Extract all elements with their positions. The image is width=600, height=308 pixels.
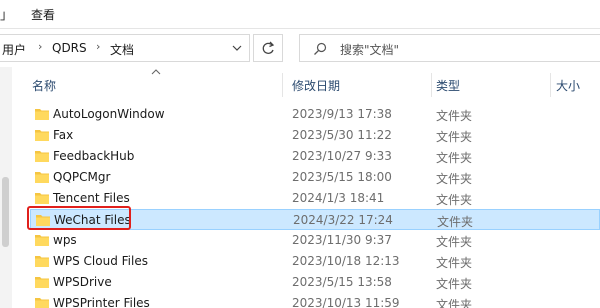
folder-icon bbox=[35, 172, 49, 183]
sort-ascending-icon bbox=[151, 69, 161, 75]
breadcrumb-separator-icon[interactable]: › bbox=[96, 40, 100, 53]
menu-item-view[interactable]: 查看 bbox=[31, 6, 55, 23]
column-header-size[interactable]: 大小 bbox=[556, 77, 580, 94]
folder-icon bbox=[35, 193, 49, 204]
file-name: FeedbackHub bbox=[53, 149, 135, 163]
navigation-bar: 用户 › QDRS › 文档 搜索"文档" bbox=[0, 29, 600, 67]
file-name: AutoLogonWindow bbox=[53, 107, 165, 121]
list-item[interactable]: wps 2023/11/30 9:37 文件夹 bbox=[30, 230, 600, 251]
list-item[interactable]: QQPCMgr 2023/5/15 18:00 文件夹 bbox=[30, 167, 600, 188]
column-divider[interactable] bbox=[282, 73, 283, 97]
list-item[interactable]: WPSDrive 2023/5/15 13:58 文件夹 bbox=[30, 272, 600, 293]
file-modified: 2023/11/30 9:37 bbox=[292, 233, 392, 247]
file-type: 文件夹 bbox=[436, 109, 473, 123]
file-modified: 2023/10/27 9:33 bbox=[292, 149, 392, 163]
breadcrumb-users[interactable]: 用户 bbox=[2, 41, 26, 58]
file-modified: 2023/10/18 12:13 bbox=[292, 254, 400, 268]
file-type: 文件夹 bbox=[436, 298, 473, 308]
column-divider[interactable] bbox=[431, 73, 432, 97]
file-name: WPSPrinter Files bbox=[53, 296, 150, 308]
search-placeholder: 搜索"文档" bbox=[340, 43, 400, 57]
folder-icon bbox=[35, 235, 49, 246]
breadcrumb-qdrs[interactable]: QDRS bbox=[52, 41, 87, 55]
file-type: 文件夹 bbox=[436, 130, 473, 144]
file-type: 文件夹 bbox=[437, 215, 474, 229]
file-type: 文件夹 bbox=[436, 172, 473, 186]
file-name: WPS Cloud Files bbox=[53, 254, 148, 268]
file-modified: 2023/10/13 11:59 bbox=[292, 296, 400, 308]
search-icon bbox=[314, 42, 327, 55]
file-modified: 2023/5/30 11:22 bbox=[292, 128, 392, 142]
menu-item-partial[interactable]: 」 bbox=[0, 4, 13, 23]
list-item[interactable]: Fax 2023/5/30 11:22 文件夹 bbox=[30, 125, 600, 146]
column-header-type[interactable]: 类型 bbox=[436, 77, 460, 94]
address-bar[interactable]: 用户 › QDRS › 文档 bbox=[0, 34, 250, 62]
folder-icon bbox=[35, 298, 49, 308]
folder-icon bbox=[35, 151, 49, 162]
scrollbar-thumb[interactable] bbox=[2, 177, 9, 247]
file-type: 文件夹 bbox=[436, 193, 473, 207]
refresh-icon bbox=[262, 41, 275, 54]
file-modified: 2024/1/3 18:41 bbox=[292, 191, 385, 205]
file-modified: 2023/9/13 17:38 bbox=[292, 107, 392, 121]
list-item[interactable]: AutoLogonWindow 2023/9/13 17:38 文件夹 bbox=[30, 104, 600, 125]
breadcrumb-documents[interactable]: 文档 bbox=[110, 41, 134, 58]
column-header-name[interactable]: 名称 bbox=[32, 77, 56, 94]
file-name: WeChat Files bbox=[54, 213, 131, 227]
file-name: wps bbox=[53, 233, 77, 247]
breadcrumb-separator-icon[interactable]: › bbox=[38, 40, 42, 53]
file-type: 文件夹 bbox=[436, 256, 473, 270]
file-type: 文件夹 bbox=[436, 235, 473, 249]
menu-bar: 」 查看 bbox=[0, 0, 600, 28]
file-type: 文件夹 bbox=[436, 277, 473, 291]
file-type: 文件夹 bbox=[436, 151, 473, 165]
folder-icon bbox=[35, 256, 49, 267]
refresh-button[interactable] bbox=[253, 34, 283, 62]
file-modified: 2023/5/15 13:58 bbox=[292, 275, 392, 289]
list-item[interactable]: FeedbackHub 2023/10/27 9:33 文件夹 bbox=[30, 146, 600, 167]
folder-icon bbox=[35, 277, 49, 288]
folder-icon bbox=[35, 130, 49, 141]
file-modified: 2023/5/15 18:00 bbox=[292, 170, 392, 184]
chevron-down-icon[interactable] bbox=[230, 41, 244, 55]
column-header-row: 名称 修改日期 类型 大小 bbox=[12, 67, 600, 103]
list-item[interactable]: WPS Cloud Files 2023/10/18 12:13 文件夹 bbox=[30, 251, 600, 272]
list-item-selected[interactable]: WeChat Files 2024/3/22 17:24 文件夹 bbox=[30, 209, 600, 230]
column-header-modified[interactable]: 修改日期 bbox=[292, 77, 340, 94]
file-name: QQPCMgr bbox=[53, 170, 111, 184]
search-input[interactable]: 搜索"文档" bbox=[299, 34, 600, 62]
list-item[interactable]: WPSPrinter Files 2023/10/13 11:59 文件夹 bbox=[30, 293, 600, 308]
navigation-pane-scrollbar[interactable] bbox=[0, 67, 12, 308]
file-modified: 2024/3/22 17:24 bbox=[293, 213, 393, 227]
file-name: Fax bbox=[53, 128, 74, 142]
list-item[interactable]: Tencent Files 2024/1/3 18:41 文件夹 bbox=[30, 188, 600, 209]
folder-icon bbox=[36, 215, 50, 226]
file-name: Tencent Files bbox=[53, 191, 130, 205]
folder-icon bbox=[35, 109, 49, 120]
file-name: WPSDrive bbox=[53, 275, 112, 289]
column-divider[interactable] bbox=[550, 73, 551, 97]
